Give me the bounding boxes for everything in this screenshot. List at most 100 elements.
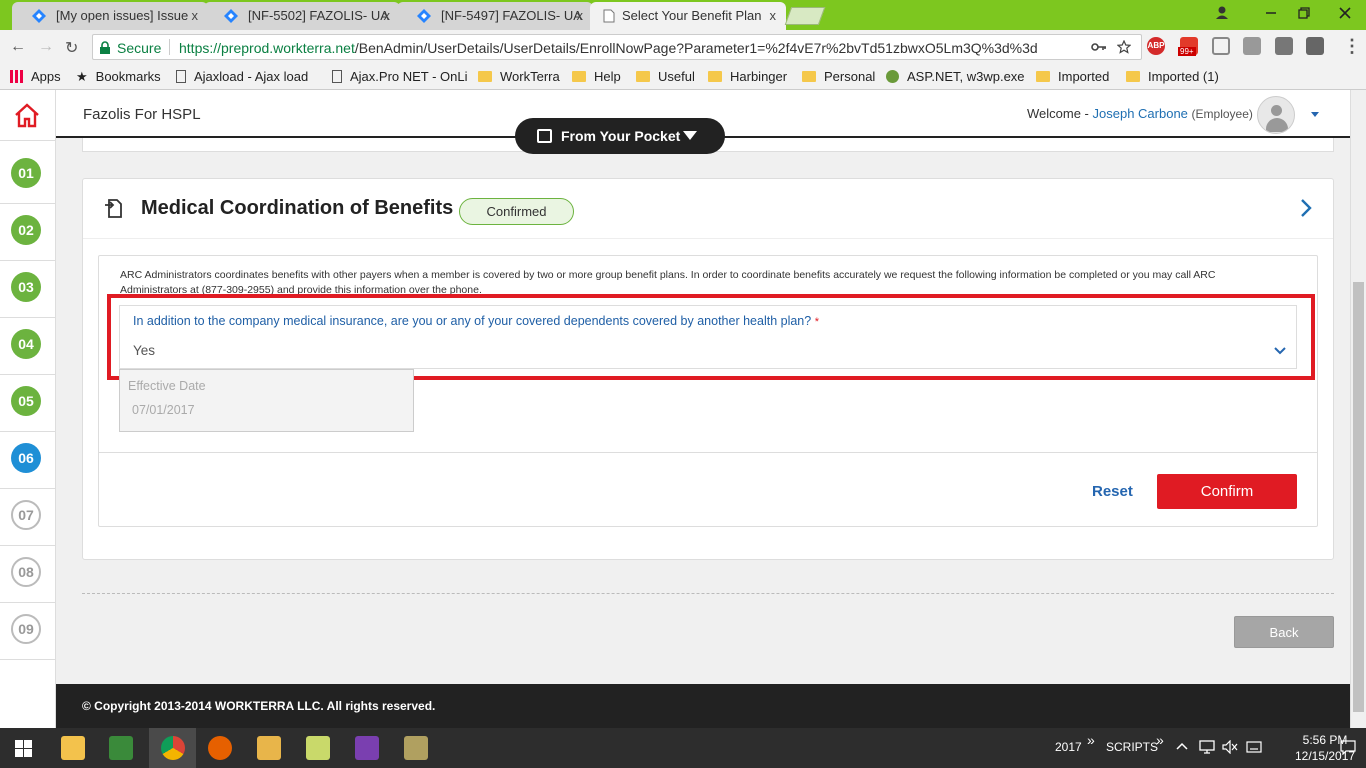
- restore-icon[interactable]: [1297, 6, 1311, 20]
- browser-tab-active[interactable]: Select Your Benefit Plan x: [590, 2, 786, 30]
- bookmark-bookmarks[interactable]: ★ Bookmarks: [76, 69, 161, 85]
- bookmark-label: Useful: [658, 69, 695, 84]
- bookmark-aspnet[interactable]: ASP.NET, w3wp.exe: [886, 69, 1025, 84]
- bookmark-imported[interactable]: Imported: [1036, 69, 1109, 84]
- minimize-icon[interactable]: [1264, 6, 1278, 20]
- bookmark-useful[interactable]: Useful: [636, 69, 695, 84]
- chevron-down-icon[interactable]: [1273, 346, 1287, 356]
- chevron-down-icon[interactable]: [1311, 112, 1319, 117]
- taskbar: 2017 » SCRIPTS » 5:56 PM 12/15/2017: [0, 728, 1366, 768]
- close-tab-icon[interactable]: x: [577, 8, 584, 23]
- toolbar-2017[interactable]: 2017: [1055, 740, 1082, 754]
- key-icon[interactable]: [1091, 41, 1107, 53]
- bookmark-imported-1[interactable]: Imported (1): [1126, 69, 1219, 84]
- form-panel: ARC Administrators coordinates benefits …: [98, 255, 1318, 527]
- step-04[interactable]: 04: [11, 329, 41, 359]
- bookmark-ajaxpro[interactable]: Ajax.Pro NET - OnLi: [332, 69, 468, 84]
- pdf-extension-icon[interactable]: [1243, 37, 1261, 55]
- scrollbar[interactable]: [1350, 90, 1366, 728]
- avatar[interactable]: [1257, 96, 1295, 134]
- close-tab-icon[interactable]: x: [384, 8, 391, 23]
- step-03[interactable]: 03: [11, 272, 41, 302]
- step-05[interactable]: 05: [11, 386, 41, 416]
- chevron-icon[interactable]: »: [1087, 732, 1095, 748]
- menu-dots-icon[interactable]: ⋮: [1343, 36, 1361, 57]
- step-01[interactable]: 01: [11, 158, 41, 188]
- divider: [0, 659, 56, 660]
- folder-icon: [802, 71, 816, 82]
- chevron-up-icon[interactable]: [1176, 742, 1188, 750]
- bookmark-label: Apps: [31, 69, 61, 84]
- reset-button[interactable]: Reset: [1092, 483, 1133, 500]
- home-icon[interactable]: [13, 102, 41, 128]
- app-icon[interactable]: [257, 736, 281, 760]
- notepad-icon[interactable]: [109, 736, 133, 760]
- card-title: Medical Coordination of Benefits: [141, 197, 454, 219]
- folder-icon: [572, 71, 586, 82]
- user-name[interactable]: Joseph Carbone: [1093, 106, 1188, 121]
- back-button[interactable]: Back: [1234, 616, 1334, 648]
- visual-studio-icon[interactable]: [355, 736, 379, 760]
- other-health-plan-select[interactable]: In addition to the company medical insur…: [119, 305, 1297, 369]
- notifications-icon[interactable]: [1340, 739, 1356, 755]
- step-06[interactable]: 06: [11, 443, 41, 473]
- extension-icon[interactable]: [1306, 37, 1324, 55]
- step-02[interactable]: 02: [11, 215, 41, 245]
- chevron-right-icon[interactable]: [1295, 197, 1317, 219]
- keyboard-icon[interactable]: [1246, 740, 1262, 754]
- back-arrow-icon[interactable]: ←: [10, 38, 26, 56]
- step-09[interactable]: 09: [11, 614, 41, 644]
- bookmark-label: Help: [594, 69, 621, 84]
- bookmark-label: WorkTerra: [500, 69, 560, 84]
- step-07[interactable]: 07: [11, 500, 41, 530]
- divider: [0, 488, 56, 489]
- step-08[interactable]: 08: [11, 557, 41, 587]
- app-icon[interactable]: [306, 736, 330, 760]
- adblock-icon[interactable]: ABP: [1147, 37, 1165, 55]
- browser-tab[interactable]: [NF-5497] FAZOLIS- UA x: [397, 2, 593, 30]
- file-explorer-icon[interactable]: [61, 736, 85, 760]
- network-icon[interactable]: [1199, 740, 1215, 754]
- divider: [0, 317, 56, 318]
- star-icon[interactable]: [1117, 40, 1131, 54]
- leaf-icon: [886, 70, 899, 83]
- tools-icon[interactable]: [404, 736, 428, 760]
- toolbar-scripts[interactable]: SCRIPTS: [1106, 740, 1158, 754]
- profile-icon[interactable]: [1214, 4, 1230, 20]
- browser-tab[interactable]: [My open issues] Issue x: [12, 2, 208, 30]
- bookmark-personal[interactable]: Personal: [802, 69, 875, 84]
- camera-icon[interactable]: [1275, 37, 1293, 55]
- divider: [0, 602, 56, 603]
- address-bar[interactable]: Secure https://preprod.workterra.net/Ben…: [92, 34, 1142, 60]
- bookmark-workterra[interactable]: WorkTerra: [478, 69, 560, 84]
- card-header[interactable]: Medical Coordination of Benefits Confirm…: [83, 179, 1333, 239]
- extension-icon[interactable]: 99+: [1178, 37, 1198, 56]
- close-window-icon[interactable]: [1338, 6, 1352, 20]
- confirm-button[interactable]: Confirm: [1157, 474, 1297, 509]
- selected-value: Yes: [133, 343, 156, 358]
- browser-tab[interactable]: [NF-5502] FAZOLIS- UA x: [204, 2, 400, 30]
- windows-start-icon[interactable]: [15, 740, 32, 757]
- bookmark-apps[interactable]: Apps: [10, 69, 61, 84]
- tab-label: [NF-5497] FAZOLIS- UA: [441, 8, 582, 23]
- close-tab-icon[interactable]: x: [770, 8, 777, 23]
- apps-grid-icon: [10, 70, 23, 83]
- url-text: https://preprod.workterra.net/BenAdmin/U…: [179, 40, 1038, 56]
- forward-arrow-icon[interactable]: →: [38, 38, 54, 56]
- bookmark-help[interactable]: Help: [572, 69, 621, 84]
- chevron-icon[interactable]: »: [1156, 732, 1164, 748]
- scrollbar-thumb[interactable]: [1353, 282, 1364, 712]
- from-your-pocket-button[interactable]: From Your Pocket: [515, 118, 725, 154]
- volume-muted-icon[interactable]: [1222, 740, 1238, 754]
- reload-icon[interactable]: ↻: [65, 38, 78, 58]
- divider: [82, 593, 1334, 594]
- browser-tab-bar: [My open issues] Issue x [NF-5502] FAZOL…: [0, 0, 1366, 30]
- bookmark-label: Imported (1): [1148, 69, 1219, 84]
- bookmark-ajaxload[interactable]: Ajaxload - Ajax load: [176, 69, 308, 84]
- close-tab-icon[interactable]: x: [192, 8, 199, 23]
- bookmark-harbinger[interactable]: Harbinger: [708, 69, 787, 84]
- chrome-taskbar-button[interactable]: [149, 728, 196, 768]
- extension-icon[interactable]: [1212, 37, 1230, 55]
- firefox-icon[interactable]: [208, 736, 232, 760]
- new-tab-button[interactable]: [784, 7, 826, 25]
